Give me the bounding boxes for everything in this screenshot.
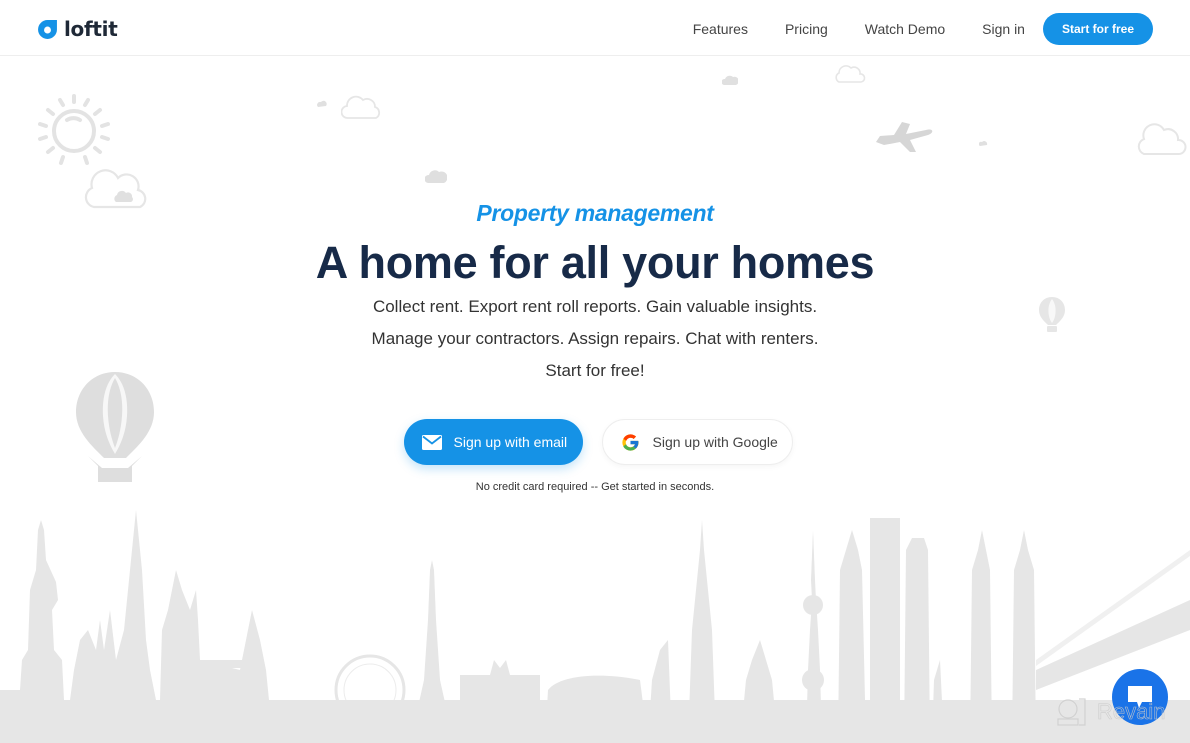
nav-watch-demo[interactable]: Watch Demo	[865, 13, 945, 45]
sign-up-email-label: Sign up with email	[453, 434, 568, 450]
logo-text: loftit	[64, 17, 118, 41]
hero-line-2: Manage your contractors. Assign repairs.…	[371, 329, 819, 348]
cloud-outline-icon	[1137, 123, 1187, 155]
nav-features[interactable]: Features	[693, 13, 748, 45]
cloud-icon	[425, 170, 447, 183]
cloud-outline-icon	[835, 65, 866, 83]
revain-logo-icon	[1057, 698, 1086, 726]
nav-pricing[interactable]: Pricing	[785, 13, 828, 45]
hero-line-3: Start for free!	[545, 361, 645, 380]
logo[interactable]: loftit	[37, 17, 118, 41]
hero-line-1: Collect rent. Export rent roll reports. …	[372, 297, 818, 316]
sun-icon	[38, 94, 110, 165]
sign-up-google-button[interactable]: Sign up with Google	[601, 419, 793, 465]
cloud-icon	[317, 100, 327, 107]
start-for-free-button[interactable]: Start for free	[1042, 13, 1153, 45]
hero-section: Property management A home for all your …	[0, 200, 1190, 386]
cloud-icon	[722, 75, 738, 85]
navbar: loftit Features Pricing Watch Demo Sign …	[0, 0, 1190, 56]
revain-watermark: Revain	[1055, 697, 1166, 727]
envelope-icon	[421, 434, 442, 450]
cloud-icon	[979, 141, 988, 146]
google-g-icon	[621, 433, 639, 451]
loftit-logo-icon	[38, 19, 57, 39]
no-credit-card-note: No credit card required -- Get started i…	[475, 481, 715, 493]
sign-up-email-button[interactable]: Sign up with email	[403, 419, 583, 465]
revain-watermark-text: Revain	[1097, 699, 1166, 725]
cloud-outline-icon	[341, 95, 381, 119]
sign-up-google-label: Sign up with Google	[652, 434, 778, 450]
nav-links: Features Pricing Watch Demo Sign in Star…	[693, 13, 1153, 45]
hero-eyebrow: Property management	[476, 200, 714, 226]
city-skyline-illustration	[0, 510, 1190, 743]
airplane-icon	[876, 122, 933, 152]
signup-buttons: Sign up with email Sign up with Google	[0, 419, 1190, 465]
nav-sign-in[interactable]: Sign in	[982, 13, 1025, 45]
hero-headline: A home for all your homes	[315, 237, 875, 288]
